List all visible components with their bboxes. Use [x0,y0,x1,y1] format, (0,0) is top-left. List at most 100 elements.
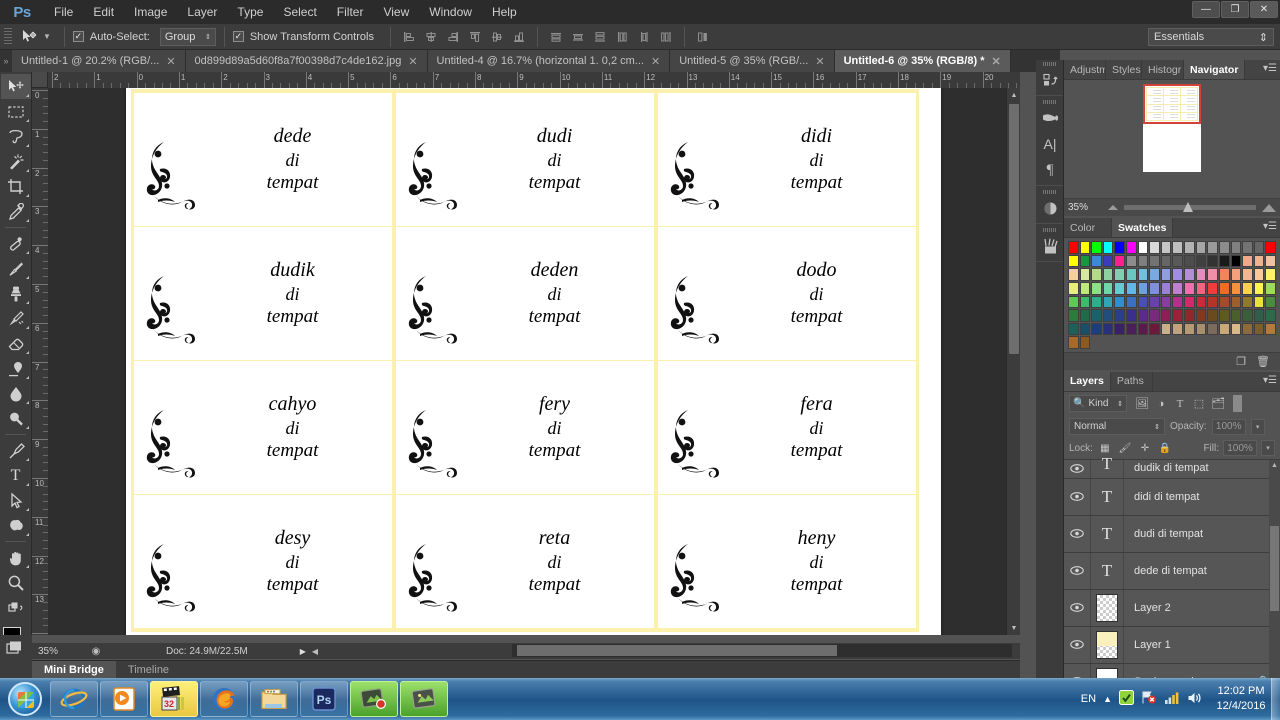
color-swatch[interactable] [1091,254,1102,268]
hand-tool[interactable] [1,545,31,570]
color-swatch[interactable] [1079,268,1091,281]
smart-object-filter-icon[interactable]: 🗂 [1209,395,1227,413]
color-swatch[interactable] [1195,322,1207,336]
align-top-edges-button[interactable] [465,27,485,47]
color-swatch[interactable] [1102,322,1114,336]
color-swatch[interactable] [1079,281,1091,295]
color-swatch[interactable] [1230,268,1242,281]
color-swatch[interactable] [1207,254,1218,268]
color-swatch[interactable] [1149,281,1160,295]
color-swatch[interactable] [1068,322,1079,336]
blur-tool[interactable] [1,381,31,406]
layer-name[interactable]: dudik di tempat [1124,462,1280,474]
fill-dropdown-arrow-icon[interactable]: ▾ [1261,440,1275,457]
history-icon[interactable] [1036,67,1064,93]
color-swatch[interactable] [1195,241,1207,254]
color-swatch[interactable] [1207,322,1218,336]
table-row[interactable]: T dudik di tempat [1064,454,1280,479]
layer-visibility-icon[interactable] [1064,603,1090,613]
minimize-button[interactable]: — [1192,1,1220,18]
media-player-icon[interactable] [100,681,148,717]
doc-tab-jpg[interactable]: 0d899d89a5d60f8a7f00398d7c4de162.jpg ✕ [185,50,428,72]
menu-layer[interactable]: Layer [177,0,227,24]
filter-enable-toggle[interactable] [1233,395,1242,413]
color-swatch[interactable] [1230,322,1242,336]
label-card[interactable]: reta di tempat [396,495,654,628]
color-swatch[interactable] [1195,295,1207,309]
color-swatch[interactable] [1102,241,1114,254]
color-swatch[interactable] [1149,295,1160,309]
close-icon[interactable]: ✕ [991,55,1000,68]
distribute-horizontal-centers-button[interactable] [634,27,654,47]
doc-tab-untitled-6[interactable]: Untitled-6 @ 35% (RGB/8) * ✕ [834,50,1011,72]
distribute-right-edges-button[interactable] [656,27,676,47]
navigator-preview[interactable] [1064,80,1280,198]
scrollbar-thumb[interactable] [1009,104,1019,354]
layer-thumbnail[interactable]: T [1090,478,1124,515]
crop-tool[interactable] [1,174,31,199]
color-swatch[interactable] [1149,322,1160,336]
rectangular-marquee-tool[interactable] [1,99,31,124]
color-swatch[interactable] [1091,309,1102,322]
label-card[interactable]: dudik di tempat [134,227,392,360]
color-swatch[interactable] [1149,268,1160,281]
color-swatch[interactable] [1172,254,1184,268]
tab-bar-grip[interactable]: » [0,50,12,72]
color-swatch[interactable] [1253,309,1265,322]
layer-visibility-icon[interactable] [1064,529,1090,539]
taskbar-clock[interactable]: 12:02 PM 12/4/2016 [1210,684,1272,714]
color-swatch[interactable] [1091,281,1102,295]
brush-tool[interactable] [1,256,31,281]
tab-color[interactable]: Color [1064,218,1112,237]
workspace-selector[interactable]: Essentials ⇕ [1148,28,1274,46]
edit-toolbar-button[interactable] [1,595,31,620]
color-swatch[interactable] [1114,268,1126,281]
menu-window[interactable]: Window [419,0,482,24]
color-swatch[interactable] [1160,254,1172,268]
lock-all-icon[interactable]: 🔒 [1157,440,1173,456]
close-button[interactable]: ✕ [1250,1,1278,18]
color-swatch[interactable] [1265,254,1276,268]
horizontal-type-tool[interactable]: T [1,463,31,488]
color-swatch[interactable] [1160,281,1172,295]
label-card[interactable]: desy di tempat [134,495,392,628]
zoom-slider[interactable] [1124,202,1256,212]
dock-grip[interactable] [1036,226,1063,233]
restore-button[interactable]: ❐ [1221,1,1249,18]
auto-select-checkbox[interactable]: ✓ [72,31,84,42]
brush-icon[interactable] [1036,105,1064,131]
layer-thumbnail[interactable] [1090,589,1124,626]
color-swatch[interactable] [1149,309,1160,322]
layer-name[interactable]: dede di tempat [1124,565,1280,577]
scroll-down-icon[interactable]: ▼ [1007,621,1021,635]
align-right-edges-button[interactable] [443,27,463,47]
tab-layers[interactable]: Layers [1064,371,1111,391]
menu-filter[interactable]: Filter [327,0,374,24]
gradient-tool[interactable] [1,356,31,381]
options-bar-grip[interactable] [4,27,12,46]
canvas-area[interactable]: dede di tempat dudi di tempat didi di te… [48,88,1020,635]
color-swatch[interactable] [1195,309,1207,322]
layers-scrollbar[interactable]: ▲ ▼ [1269,459,1280,701]
color-swatch[interactable] [1253,254,1265,268]
layers-list[interactable]: T dudik di tempat T didi di tempat T dud… [1064,454,1280,701]
firefox-icon[interactable] [200,681,248,717]
color-swatch[interactable] [1114,254,1126,268]
path-selection-tool[interactable] [1,488,31,513]
label-card[interactable]: fery di tempat [396,361,654,494]
tab-adjustments[interactable]: Adjustm [1064,60,1106,79]
color-swatch[interactable] [1218,281,1230,295]
move-tool[interactable] [0,74,31,99]
canvas-horizontal-scrollbar[interactable] [32,643,1020,659]
color-swatch[interactable] [1160,309,1172,322]
label-card[interactable]: didi di tempat [658,93,916,226]
color-swatch[interactable] [1242,322,1253,336]
color-swatch[interactable] [1068,281,1079,295]
ruler-origin-corner[interactable] [32,72,48,88]
windows-explorer-icon[interactable] [250,681,298,717]
color-swatch[interactable] [1253,241,1265,254]
panel-menu-icon[interactable]: ▾☰ [1263,63,1277,74]
type-filter-icon[interactable]: T [1171,395,1189,413]
close-icon[interactable]: ✕ [815,55,824,68]
color-swatch[interactable] [1160,268,1172,281]
